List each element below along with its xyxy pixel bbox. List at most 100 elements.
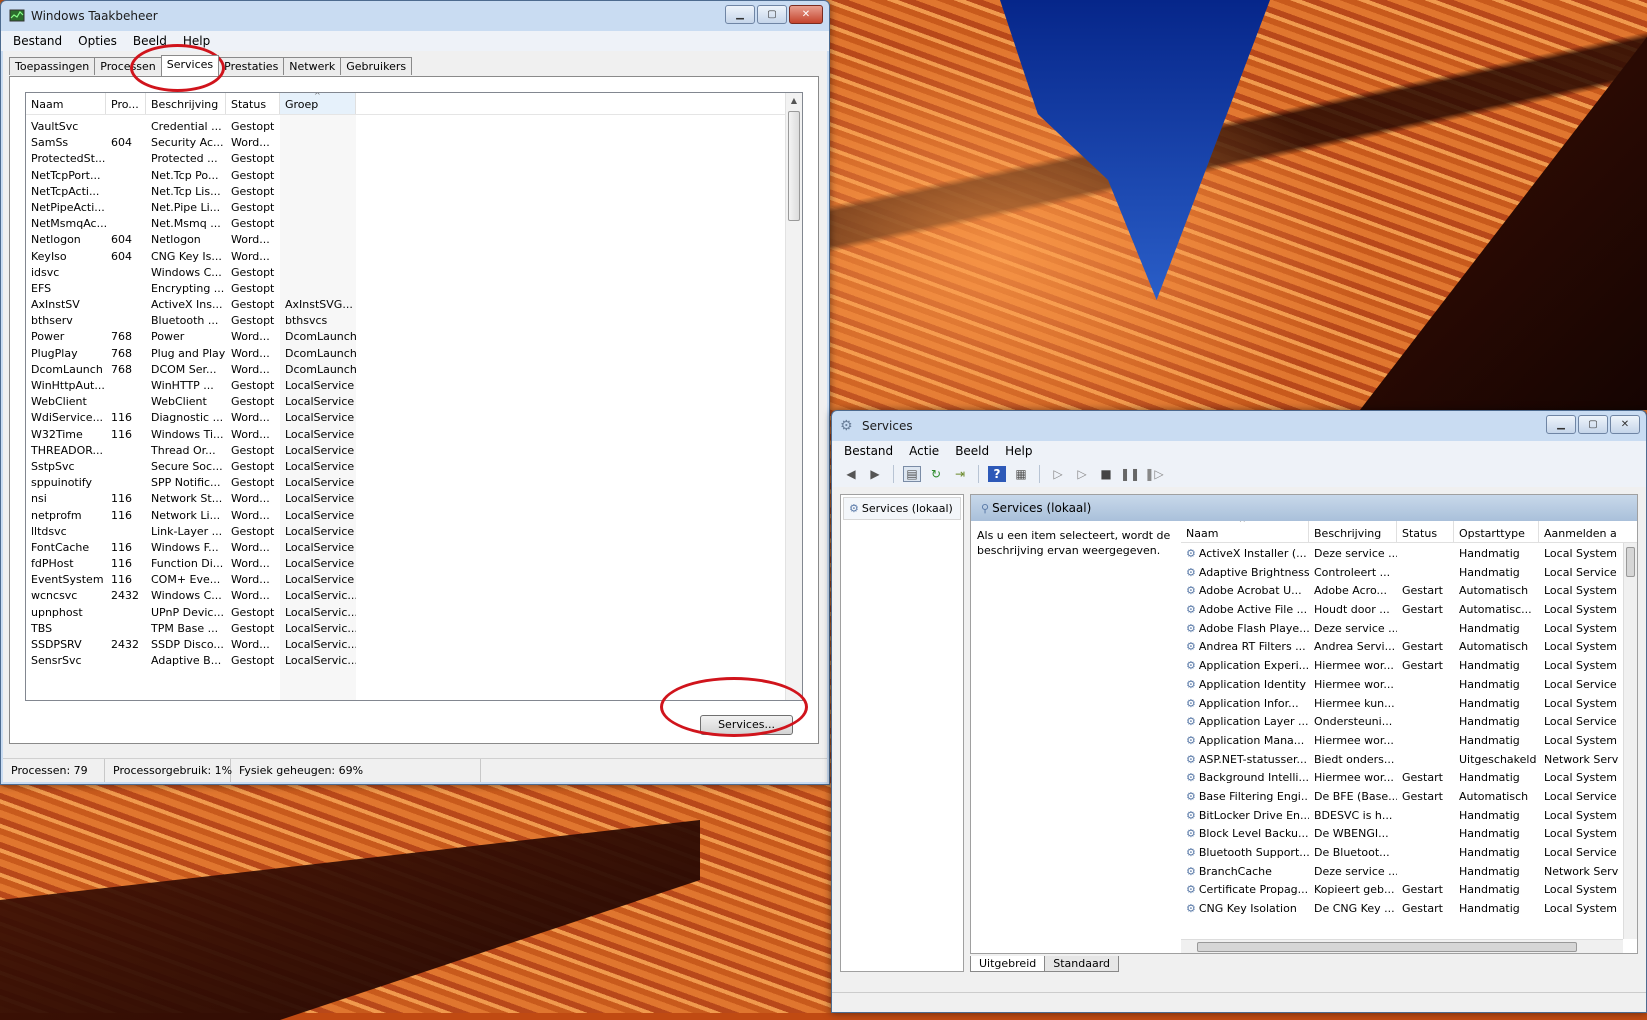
- table-row[interactable]: FontCache 116 Windows F... Word... LocalServ…: [26, 540, 785, 556]
- services-button[interactable]: Services...: [700, 715, 793, 735]
- table-row[interactable]: SensrSvc Adaptive B... Gestopt LocalServic.…: [26, 653, 785, 669]
- minimize-button[interactable]: ▁: [725, 5, 755, 24]
- service-row[interactable]: ⚙ Adobe Flash Playe... Deze service ... Han…: [1181, 620, 1637, 639]
- table-row[interactable]: fdPHost 116 Function Di... Word... LocalServ…: [26, 556, 785, 572]
- services-vertical-scrollbar[interactable]: [1623, 543, 1637, 939]
- services-list[interactable]: Naam Pro... Beschrijving Status ^ Groep V…: [25, 92, 803, 701]
- service-row[interactable]: ⚙ ASP.NET-statusser... Biedt onders... Uitg…: [1181, 751, 1637, 770]
- maximize-button[interactable]: ▢: [757, 5, 787, 24]
- tab-gebruikers[interactable]: Gebruikers: [340, 57, 413, 75]
- service-row[interactable]: ⚙ Application Infor... Hiermee kun... Handm…: [1181, 695, 1637, 714]
- services-titlebar[interactable]: ⚙ Services ▁ ▢ ✕: [832, 411, 1646, 441]
- table-row[interactable]: EventSystem 116 COM+ Eve... Word... LocalSer…: [26, 572, 785, 588]
- tab-uitgebreid[interactable]: Uitgebreid: [970, 956, 1046, 972]
- tab-processen[interactable]: Processen: [94, 57, 162, 75]
- table-row[interactable]: KeyIso 604 CNG Key Is... Word...: [26, 249, 785, 265]
- service-row[interactable]: ⚙ Application Mana... Hiermee wor... Handma…: [1181, 732, 1637, 751]
- services-minimize-button[interactable]: ▁: [1546, 415, 1576, 434]
- forward-arrow-icon[interactable]: ▶: [866, 466, 884, 482]
- column-header-status[interactable]: Status: [226, 93, 280, 114]
- table-row[interactable]: bthserv Bluetooth ... Gestopt bthsvcs: [26, 313, 785, 329]
- refresh-icon[interactable]: ↻: [927, 466, 945, 482]
- tab-standaard[interactable]: Standaard: [1044, 956, 1120, 972]
- scroll-up-icon[interactable]: ▲: [786, 93, 802, 109]
- export-list-icon[interactable]: ⇥: [951, 466, 969, 482]
- menu-bestand[interactable]: Bestand: [836, 444, 901, 458]
- table-row[interactable]: SstpSvc Secure Soc... Gestopt LocalService: [26, 459, 785, 475]
- table-row[interactable]: VaultSvc Credential ... Gestopt: [26, 119, 785, 135]
- help-icon[interactable]: ?: [988, 466, 1006, 482]
- column-header-beschrijving[interactable]: Beschrijving: [1309, 521, 1397, 542]
- services-detail-list[interactable]: ^ Naam Beschrijving Status Opstarttype Aa…: [1181, 521, 1637, 953]
- table-row[interactable]: NetTcpPort... Net.Tcp Po... Gestopt: [26, 168, 785, 184]
- service-row[interactable]: ⚙ Adobe Active File ... Houdt door ... Gest…: [1181, 601, 1637, 620]
- services-horizontal-scrollbar[interactable]: [1181, 939, 1623, 953]
- column-header-beschrijving[interactable]: Beschrijving: [146, 93, 226, 114]
- table-row[interactable]: DcomLaunch 768 DCOM Ser... Word... DcomLaunc…: [26, 362, 785, 378]
- table-row[interactable]: Netlogon 604 Netlogon Word...: [26, 232, 785, 248]
- column-header-status[interactable]: Status: [1397, 521, 1454, 542]
- table-row[interactable]: ProtectedSt... Protected ... Gestopt: [26, 151, 785, 167]
- menu-actie[interactable]: Actie: [901, 444, 947, 458]
- menu-opties[interactable]: Opties: [70, 34, 125, 48]
- table-row[interactable]: AxInstSV ActiveX Ins... Gestopt AxInstSVG..…: [26, 297, 785, 313]
- table-row[interactable]: WinHttpAut... WinHTTP ... Gestopt LocalServ…: [26, 378, 785, 394]
- table-row[interactable]: SSDPSRV 2432 SSDP Disco... Word... LocalServ…: [26, 637, 785, 653]
- table-row[interactable]: NetPipeActi... Net.Pipe Li... Gestopt: [26, 200, 785, 216]
- tab-netwerk[interactable]: Netwerk: [283, 57, 342, 75]
- column-header-pid[interactable]: Pro...: [106, 93, 146, 114]
- tab-toepassingen[interactable]: Toepassingen: [9, 57, 96, 75]
- start-service-alt-icon[interactable]: ▷: [1073, 466, 1091, 482]
- pause-service-icon[interactable]: ❚❚: [1120, 466, 1140, 482]
- table-row[interactable]: SamSs 604 Security Ac... Word...: [26, 135, 785, 151]
- table-row[interactable]: THREADOR... Thread Or... Gestopt LocalServi…: [26, 443, 785, 459]
- scrollbar-thumb[interactable]: [1626, 547, 1635, 577]
- menu-beeld[interactable]: Beeld: [125, 34, 175, 48]
- table-row[interactable]: NetMsmqAc... Net.Msmq ... Gestopt: [26, 216, 785, 232]
- table-row[interactable]: W32Time 116 Windows Ti... Word... LocalServi…: [26, 427, 785, 443]
- column-header-groep[interactable]: ^ Groep: [280, 93, 356, 114]
- scrollbar-thumb[interactable]: [788, 111, 800, 221]
- service-row[interactable]: ⚙ Certificate Propag... Kopieert geb... Ges…: [1181, 881, 1637, 900]
- table-row[interactable]: nsi 116 Network St... Word... LocalService: [26, 491, 785, 507]
- back-arrow-icon[interactable]: ◀: [842, 466, 860, 482]
- stop-service-icon[interactable]: ■: [1097, 466, 1115, 482]
- services-close-button[interactable]: ✕: [1610, 415, 1640, 434]
- service-row[interactable]: ⚙ Block Level Backu... De WBENGI... Handmat…: [1181, 825, 1637, 844]
- table-row[interactable]: netprofm 116 Network Li... Word... LocalServ…: [26, 508, 785, 524]
- menu-bestand[interactable]: Bestand: [5, 34, 70, 48]
- table-row[interactable]: EFS Encrypting ... Gestopt: [26, 281, 785, 297]
- table-row[interactable]: lltdsvc Link-Layer ... Gestopt LocalService: [26, 524, 785, 540]
- column-header-naam[interactable]: ^ Naam: [1181, 521, 1309, 542]
- table-row[interactable]: sppuinotify SPP Notific... Gestopt LocalSer…: [26, 475, 785, 491]
- menu-beeld[interactable]: Beeld: [947, 444, 997, 458]
- service-row[interactable]: ⚙ Adaptive Brightness Controleert ... Handm…: [1181, 564, 1637, 583]
- service-row[interactable]: ⚙ Application Layer ... Ondersteuni... Hand…: [1181, 713, 1637, 732]
- service-row[interactable]: ⚙ Base Filtering Engi... De BFE (Base... Ge…: [1181, 788, 1637, 807]
- service-row[interactable]: ⚙ Application Identity Hiermee wor... Handm…: [1181, 676, 1637, 695]
- console-tree-icon[interactable]: ▤: [903, 466, 921, 482]
- service-row[interactable]: ⚙ Bluetooth Support... De Bluetoot... Handm…: [1181, 844, 1637, 863]
- table-row[interactable]: upnphost UPnP Devic... Gestopt LocalServic.…: [26, 605, 785, 621]
- table-row[interactable]: wcncsvc 2432 Windows C... Word... LocalServi…: [26, 588, 785, 604]
- table-row[interactable]: WdiService... 116 Diagnostic ... Word... Loc…: [26, 410, 785, 426]
- services-list-scrollbar[interactable]: ▲: [785, 93, 802, 700]
- scrollbar-thumb[interactable]: [1197, 942, 1577, 952]
- service-row[interactable]: ⚙ Background Intelli... Hiermee wor... Gest…: [1181, 769, 1637, 788]
- table-row[interactable]: Power 768 Power Word... DcomLaunch: [26, 329, 785, 345]
- properties-icon[interactable]: ▦: [1012, 466, 1030, 482]
- table-row[interactable]: idsvc Windows C... Gestopt: [26, 265, 785, 281]
- start-service-icon[interactable]: ▷: [1049, 466, 1067, 482]
- tab-services[interactable]: Services: [160, 55, 220, 76]
- service-row[interactable]: ⚙ Adobe Acrobat U... Adobe Acro... Gestart A…: [1181, 582, 1637, 601]
- table-row[interactable]: PlugPlay 768 Plug and Play Word... DcomLaunc…: [26, 346, 785, 362]
- service-row[interactable]: ⚙ BitLocker Drive En... BDESVC is h... Hand…: [1181, 807, 1637, 826]
- close-button[interactable]: ✕: [789, 5, 823, 24]
- table-row[interactable]: WebClient WebClient Gestopt LocalService: [26, 394, 785, 410]
- task-manager-titlebar[interactable]: Windows Taakbeheer ▁ ▢ ✕: [1, 1, 829, 31]
- restart-service-icon[interactable]: ❚▷: [1144, 466, 1163, 482]
- service-row[interactable]: ⚙ CNG Key Isolation De CNG Key ... Gestart H…: [1181, 900, 1637, 919]
- menu-help[interactable]: Help: [175, 34, 218, 48]
- table-row[interactable]: TBS TPM Base ... Gestopt LocalServic...: [26, 621, 785, 637]
- service-row[interactable]: ⚙ Andrea RT Filters ... Andrea Servi... Ges…: [1181, 638, 1637, 657]
